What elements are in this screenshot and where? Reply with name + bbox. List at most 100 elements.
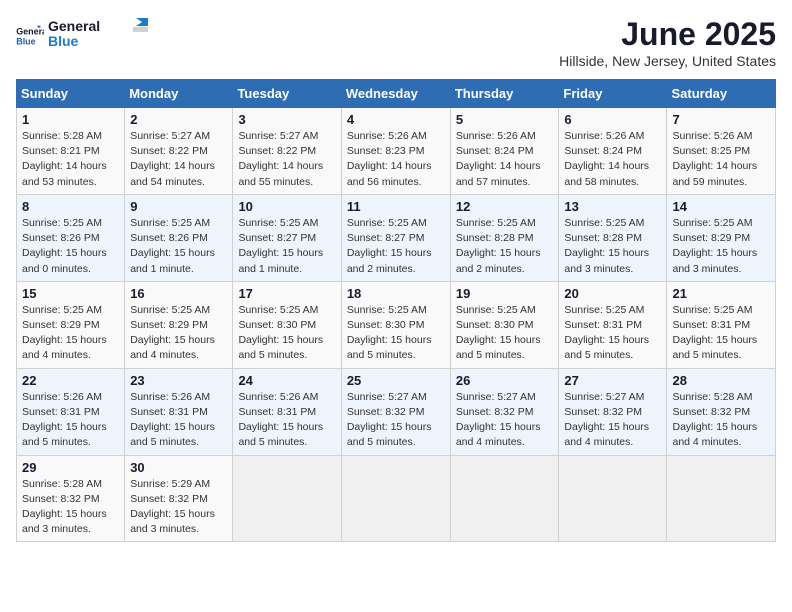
day-info: Sunrise: 5:25 AMSunset: 8:30 PMDaylight:…: [456, 303, 554, 364]
calendar-day-cell: 9 Sunrise: 5:25 AMSunset: 8:26 PMDaylight…: [125, 194, 233, 281]
calendar-header-tuesday: Tuesday: [233, 80, 341, 108]
day-info: Sunrise: 5:26 AMSunset: 8:25 PMDaylight:…: [672, 129, 770, 190]
page-header: General Blue General Blue June 2025 Hill…: [16, 16, 776, 69]
calendar-day-cell: 6 Sunrise: 5:26 AMSunset: 8:24 PMDaylight…: [559, 108, 667, 195]
calendar-week-row: 29Sunrise: 5:28 AMSunset: 8:32 PMDayligh…: [17, 455, 776, 542]
day-info: Sunrise: 5:25 AMSunset: 8:26 PMDaylight:…: [130, 216, 227, 277]
day-info: Sunrise: 5:26 AMSunset: 8:31 PMDaylight:…: [238, 390, 335, 451]
calendar-day-cell: 29Sunrise: 5:28 AMSunset: 8:32 PMDayligh…: [17, 455, 125, 542]
calendar-week-row: 22 Sunrise: 5:26 AMSunset: 8:31 PMDayligh…: [17, 368, 776, 455]
calendar-day-cell: 23 Sunrise: 5:26 AMSunset: 8:31 PMDayligh…: [125, 368, 233, 455]
day-number: 11: [347, 199, 445, 214]
calendar-day-cell: [233, 455, 341, 542]
day-number: 4: [347, 112, 445, 127]
calendar-day-cell: 16 Sunrise: 5:25 AMSunset: 8:29 PMDayligh…: [125, 281, 233, 368]
day-number: 16: [130, 286, 227, 301]
day-number: 9: [130, 199, 227, 214]
svg-text:Blue: Blue: [16, 36, 35, 46]
calendar-day-cell: 21Sunrise: 5:25 AMSunset: 8:31 PMDayligh…: [667, 281, 776, 368]
day-number: 27: [564, 373, 661, 388]
day-info: Sunrise: 5:26 AMSunset: 8:24 PMDaylight:…: [456, 129, 554, 190]
day-info: Sunrise: 5:26 AMSunset: 8:31 PMDaylight:…: [130, 390, 227, 451]
day-info: Sunrise: 5:25 AMSunset: 8:27 PMDaylight:…: [347, 216, 445, 277]
day-info: Sunrise: 5:25 AMSunset: 8:29 PMDaylight:…: [22, 303, 119, 364]
day-info: Sunrise: 5:27 AMSunset: 8:22 PMDaylight:…: [238, 129, 335, 190]
calendar-day-cell: 18Sunrise: 5:25 AMSunset: 8:30 PMDayligh…: [341, 281, 450, 368]
day-info: Sunrise: 5:27 AMSunset: 8:32 PMDaylight:…: [456, 390, 554, 451]
month-title: June 2025: [559, 16, 776, 53]
calendar-day-cell: 11 Sunrise: 5:25 AMSunset: 8:27 PMDayligh…: [341, 194, 450, 281]
day-number: 22: [22, 373, 119, 388]
day-number: 26: [456, 373, 554, 388]
day-number: 17: [238, 286, 335, 301]
calendar-day-cell: 12Sunrise: 5:25 AMSunset: 8:28 PMDayligh…: [450, 194, 559, 281]
calendar-day-cell: 22 Sunrise: 5:26 AMSunset: 8:31 PMDayligh…: [17, 368, 125, 455]
day-number: 13: [564, 199, 661, 214]
calendar-day-cell: 20 Sunrise: 5:25 AMSunset: 8:31 PMDayligh…: [559, 281, 667, 368]
day-info: Sunrise: 5:27 AMSunset: 8:22 PMDaylight:…: [130, 129, 227, 190]
day-number: 21: [672, 286, 770, 301]
calendar-day-cell: [559, 455, 667, 542]
calendar-header-friday: Friday: [559, 80, 667, 108]
day-number: 24: [238, 373, 335, 388]
day-info: Sunrise: 5:26 AMSunset: 8:31 PMDaylight:…: [22, 390, 119, 451]
day-number: 8: [22, 199, 119, 214]
calendar-week-row: 15 Sunrise: 5:25 AMSunset: 8:29 PMDayligh…: [17, 281, 776, 368]
day-info: Sunrise: 5:29 AMSunset: 8:32 PMDaylight:…: [130, 477, 227, 538]
day-number: 10: [238, 199, 335, 214]
svg-text:General: General: [16, 26, 44, 36]
day-info: Sunrise: 5:25 AMSunset: 8:31 PMDaylight:…: [564, 303, 661, 364]
calendar-day-cell: 28Sunrise: 5:28 AMSunset: 8:32 PMDayligh…: [667, 368, 776, 455]
calendar-header-thursday: Thursday: [450, 80, 559, 108]
svg-text:Blue: Blue: [48, 33, 79, 49]
day-number: 19: [456, 286, 554, 301]
calendar-day-cell: 10Sunrise: 5:25 AMSunset: 8:27 PMDayligh…: [233, 194, 341, 281]
day-number: 14: [672, 199, 770, 214]
calendar-day-cell: 8 Sunrise: 5:25 AMSunset: 8:26 PMDaylight…: [17, 194, 125, 281]
calendar-week-row: 1 Sunrise: 5:28 AMSunset: 8:21 PMDaylight…: [17, 108, 776, 195]
calendar-header-sunday: Sunday: [17, 80, 125, 108]
calendar-day-cell: 13 Sunrise: 5:25 AMSunset: 8:28 PMDayligh…: [559, 194, 667, 281]
day-number: 25: [347, 373, 445, 388]
day-number: 20: [564, 286, 661, 301]
day-info: Sunrise: 5:26 AMSunset: 8:23 PMDaylight:…: [347, 129, 445, 190]
day-number: 3: [238, 112, 335, 127]
day-info: Sunrise: 5:25 AMSunset: 8:30 PMDaylight:…: [238, 303, 335, 364]
day-number: 7: [672, 112, 770, 127]
calendar-header-row: SundayMondayTuesdayWednesdayThursdayFrid…: [17, 80, 776, 108]
day-info: Sunrise: 5:25 AMSunset: 8:26 PMDaylight:…: [22, 216, 119, 277]
day-number: 23: [130, 373, 227, 388]
calendar-day-cell: 27Sunrise: 5:27 AMSunset: 8:32 PMDayligh…: [559, 368, 667, 455]
calendar-day-cell: 14Sunrise: 5:25 AMSunset: 8:29 PMDayligh…: [667, 194, 776, 281]
day-info: Sunrise: 5:28 AMSunset: 8:32 PMDaylight:…: [672, 390, 770, 451]
calendar-day-cell: 5 Sunrise: 5:26 AMSunset: 8:24 PMDaylight…: [450, 108, 559, 195]
calendar-day-cell: [450, 455, 559, 542]
day-number: 6: [564, 112, 661, 127]
logo: General Blue General Blue: [16, 16, 148, 55]
day-number: 1: [22, 112, 119, 127]
calendar-header-saturday: Saturday: [667, 80, 776, 108]
day-info: Sunrise: 5:25 AMSunset: 8:28 PMDaylight:…: [564, 216, 661, 277]
calendar-day-cell: 1 Sunrise: 5:28 AMSunset: 8:21 PMDaylight…: [17, 108, 125, 195]
calendar-day-cell: 2Sunrise: 5:27 AMSunset: 8:22 PMDaylight…: [125, 108, 233, 195]
day-number: 18: [347, 286, 445, 301]
calendar-day-cell: 17 Sunrise: 5:25 AMSunset: 8:30 PMDayligh…: [233, 281, 341, 368]
calendar-day-cell: 26 Sunrise: 5:27 AMSunset: 8:32 PMDayligh…: [450, 368, 559, 455]
day-info: Sunrise: 5:28 AMSunset: 8:21 PMDaylight:…: [22, 129, 119, 190]
day-number: 30: [130, 460, 227, 475]
calendar-day-cell: 24 Sunrise: 5:26 AMSunset: 8:31 PMDayligh…: [233, 368, 341, 455]
calendar-header-wednesday: Wednesday: [341, 80, 450, 108]
logo-swoosh-icon: General Blue: [48, 16, 148, 50]
calendar-day-cell: [667, 455, 776, 542]
location-title: Hillside, New Jersey, United States: [559, 53, 776, 69]
calendar-header-monday: Monday: [125, 80, 233, 108]
calendar-day-cell: 25Sunrise: 5:27 AMSunset: 8:32 PMDayligh…: [341, 368, 450, 455]
calendar-day-cell: 30 Sunrise: 5:29 AMSunset: 8:32 PMDayligh…: [125, 455, 233, 542]
calendar-day-cell: 7 Sunrise: 5:26 AMSunset: 8:25 PMDaylight…: [667, 108, 776, 195]
day-info: Sunrise: 5:25 AMSunset: 8:28 PMDaylight:…: [456, 216, 554, 277]
day-info: Sunrise: 5:25 AMSunset: 8:29 PMDaylight:…: [130, 303, 227, 364]
day-info: Sunrise: 5:26 AMSunset: 8:24 PMDaylight:…: [564, 129, 661, 190]
day-number: 15: [22, 286, 119, 301]
calendar-day-cell: 4 Sunrise: 5:26 AMSunset: 8:23 PMDaylight…: [341, 108, 450, 195]
day-number: 5: [456, 112, 554, 127]
